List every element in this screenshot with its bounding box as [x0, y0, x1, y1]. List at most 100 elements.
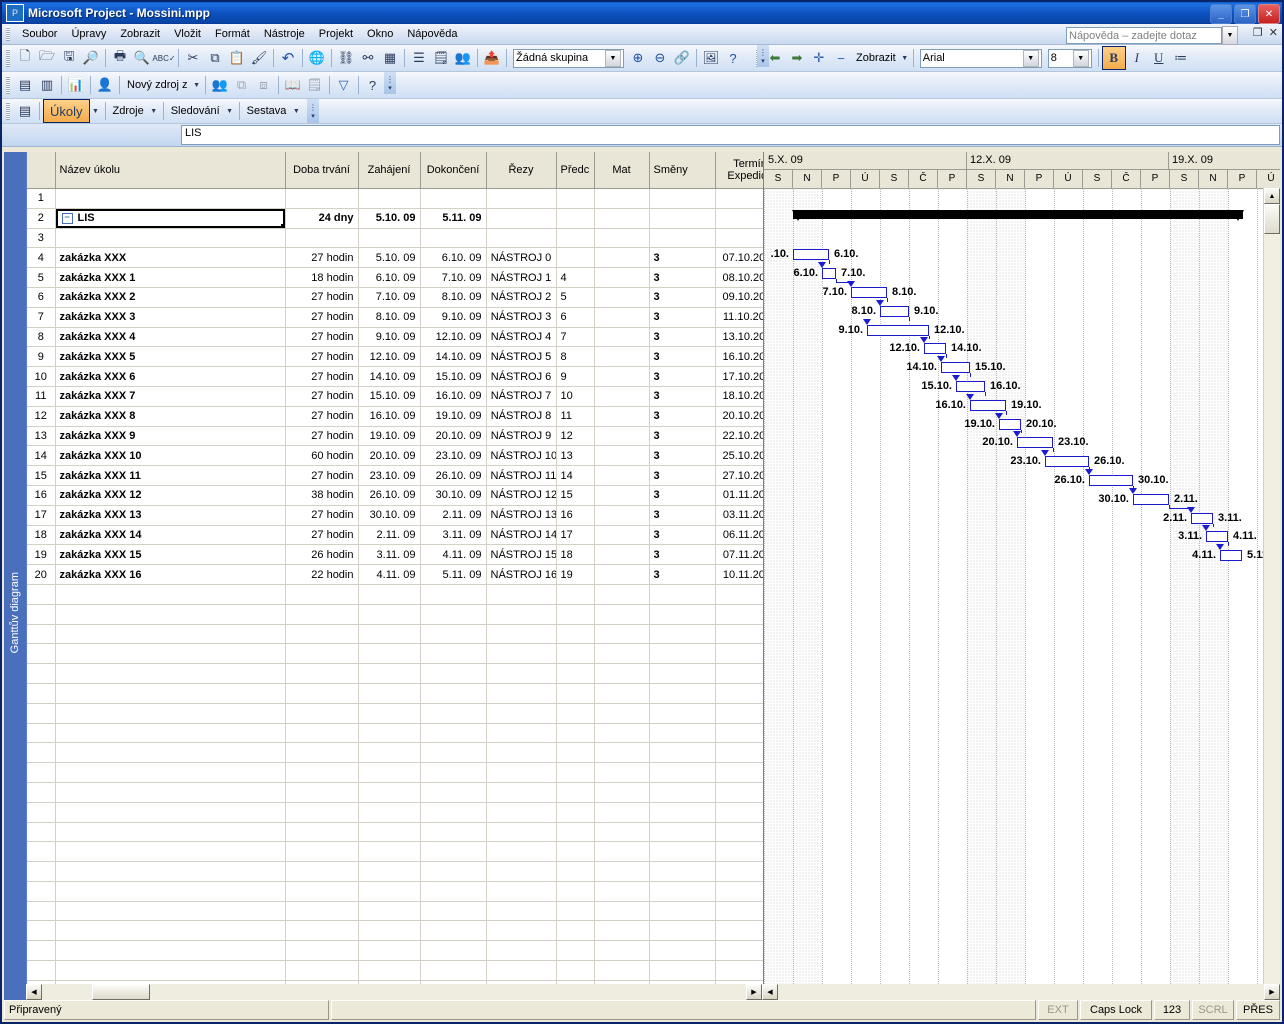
cell-empty[interactable] — [55, 742, 286, 764]
chevron-down-icon[interactable]: ▼ — [290, 100, 302, 122]
table-row[interactable] — [27, 822, 763, 843]
cell-empty[interactable] — [556, 624, 595, 645]
cell-duration[interactable]: 22 hodin — [285, 564, 359, 585]
gantt-task-bar[interactable] — [1133, 493, 1169, 505]
cell-finish[interactable]: 19.10. 09 — [420, 406, 487, 427]
cell-predc[interactable]: 15 — [556, 485, 595, 506]
cell-start[interactable]: 19.10. 09 — [358, 426, 421, 447]
cell-termin[interactable]: 07.10.2009 — [715, 247, 763, 269]
table-row[interactable] — [27, 742, 763, 764]
guide-toolbar-overflow-icon[interactable]: ⋮ ▾ — [307, 99, 319, 123]
cell-smeny[interactable]: 3 — [649, 544, 716, 566]
cell-mat[interactable] — [594, 505, 650, 526]
cell-empty[interactable] — [486, 841, 557, 863]
cell-empty[interactable] — [649, 643, 716, 665]
cell-rezy[interactable] — [486, 208, 557, 229]
cell-predc[interactable]: 4 — [556, 267, 595, 288]
cell-rezy[interactable]: NÁSTROJ 9 — [486, 426, 557, 447]
cell-start[interactable]: 6.10. 09 — [358, 267, 421, 288]
zoom-out-icon[interactable]: ⊖ — [649, 47, 671, 69]
table-row[interactable] — [27, 703, 763, 724]
table-row[interactable]: 13 zakázka XXX 9 27 hodin 19.10. 09 20.10. 0… — [27, 426, 763, 447]
cell-empty[interactable] — [594, 802, 650, 823]
cell-empty[interactable] — [486, 604, 557, 625]
split-task-icon[interactable]: ▦ — [379, 47, 401, 69]
cell-mat[interactable] — [594, 307, 650, 328]
row-id-cell[interactable]: 13 — [27, 426, 56, 447]
cell-empty[interactable] — [649, 624, 716, 645]
cell-empty[interactable] — [556, 841, 595, 863]
gantt-task-bar[interactable] — [1089, 475, 1133, 486]
cell-mat[interactable] — [594, 426, 650, 447]
cell-duration[interactable]: 27 hodin — [285, 426, 359, 447]
cell-start[interactable]: 5.10. 09 — [358, 208, 421, 229]
cell-termin[interactable]: 01.11.2009 — [715, 485, 763, 506]
cell-empty[interactable] — [649, 920, 716, 942]
cell-rezy[interactable]: NÁSTROJ 11 — [486, 465, 557, 486]
cell-smeny[interactable]: 3 — [649, 406, 716, 427]
toolbar-grip[interactable] — [6, 49, 10, 67]
cell-start[interactable]: 2.11. 09 — [358, 525, 421, 546]
sheet-horizontal-scrollbar[interactable]: ◀ ▶ — [26, 984, 762, 1000]
cell-rezy[interactable]: NÁSTROJ 4 — [486, 327, 557, 348]
cell-empty[interactable] — [420, 881, 487, 902]
cell-empty[interactable] — [594, 762, 650, 783]
cell-smeny[interactable]: 3 — [649, 307, 716, 328]
cell-empty[interactable] — [55, 624, 286, 645]
cell-empty[interactable] — [556, 881, 595, 902]
row-id-cell[interactable]: 2 — [27, 208, 56, 229]
cell-empty[interactable] — [649, 742, 716, 764]
cell-empty[interactable] — [594, 940, 650, 962]
cell-start[interactable]: 9.10. 09 — [358, 327, 421, 348]
row-id-cell[interactable]: 9 — [27, 346, 56, 368]
table-row[interactable] — [27, 960, 763, 981]
cell-termin[interactable]: 16.10.2009 — [715, 346, 763, 368]
cell-empty[interactable] — [715, 940, 763, 962]
table-row[interactable]: 10 zakázka XXX 6 27 hodin 14.10. 09 15.10. 0… — [27, 366, 763, 387]
gantt-task-bar[interactable] — [941, 362, 970, 374]
cell-smeny[interactable] — [649, 228, 716, 249]
cell-empty[interactable] — [649, 663, 716, 684]
cell-empty[interactable] — [715, 960, 763, 981]
guide-item-sestava[interactable]: Sestava — [243, 105, 291, 117]
cell-empty[interactable] — [486, 822, 557, 843]
cell-empty[interactable] — [420, 901, 487, 922]
cell-empty[interactable] — [420, 723, 487, 744]
toolbar-overflow-icon[interactable]: ⋮ ▾ — [757, 45, 769, 67]
column-header-smeny[interactable]: Směny — [649, 152, 716, 189]
cell-empty[interactable] — [556, 861, 595, 882]
table-row[interactable] — [27, 604, 763, 625]
task-information-icon[interactable]: ☰ — [408, 47, 430, 69]
row-id-cell[interactable]: 6 — [27, 287, 56, 308]
cell-duration[interactable]: 27 hodin — [285, 366, 359, 387]
cell-empty[interactable] — [556, 742, 595, 764]
cell-empty[interactable] — [285, 822, 359, 843]
cell-empty[interactable] — [420, 643, 487, 665]
cell-rezy[interactable]: NÁSTROJ 2 — [486, 287, 557, 308]
cell-predc[interactable]: 12 — [556, 426, 595, 447]
menu-item-soubor[interactable]: Soubor — [15, 26, 64, 42]
row-id-cell[interactable]: 11 — [27, 386, 56, 407]
cell-empty[interactable] — [594, 742, 650, 764]
cell-empty[interactable] — [55, 920, 286, 942]
cell-rezy[interactable]: NÁSTROJ 16 — [486, 564, 557, 585]
task-name-cell[interactable]: zakázka XXX 15 — [55, 544, 286, 566]
task-name-cell[interactable]: zakázka XXX 10 — [55, 445, 286, 467]
gantt-chart-view-icon[interactable]: ▤ — [14, 74, 36, 96]
cell-duration[interactable]: 27 hodin — [285, 327, 359, 348]
cell-predc[interactable]: 10 — [556, 386, 595, 407]
cell-termin[interactable] — [715, 228, 763, 249]
cell-empty[interactable] — [715, 742, 763, 764]
cell-empty[interactable] — [556, 643, 595, 665]
cell-empty[interactable] — [55, 881, 286, 902]
cell-empty[interactable] — [486, 920, 557, 942]
table-row[interactable]: 15 zakázka XXX 11 27 hodin 23.10. 09 26.10. … — [27, 465, 763, 486]
gantt-task-bar[interactable] — [1191, 512, 1213, 524]
cell-empty[interactable] — [715, 802, 763, 823]
cell-empty[interactable] — [556, 802, 595, 823]
font-name-combo[interactable]: Arial ▼ — [919, 48, 1042, 68]
cell-empty[interactable] — [556, 723, 595, 744]
cell-empty[interactable] — [594, 723, 650, 744]
gantt-vertical-scrollbar[interactable]: ▲ — [1263, 188, 1280, 984]
cell-empty[interactable] — [55, 584, 286, 605]
